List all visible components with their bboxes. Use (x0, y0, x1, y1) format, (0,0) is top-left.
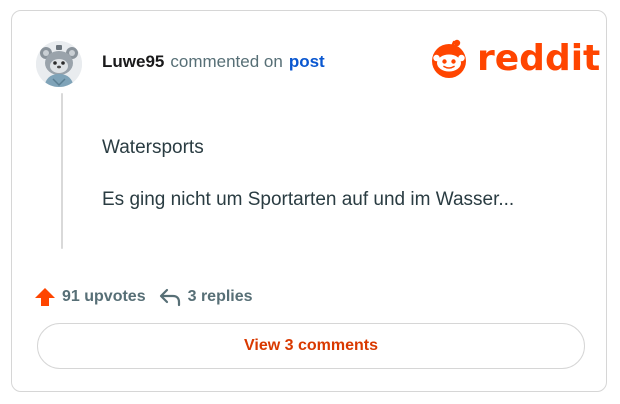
upvote-count: 91 upvotes (62, 288, 146, 305)
comment-body: Es ging nicht um Sportarten auf und im W… (102, 189, 515, 210)
view-comments-button[interactable]: View 3 comments (37, 323, 585, 369)
thread-line (61, 93, 63, 249)
commented-on-text: commented on (170, 52, 283, 71)
comment-card: Luwe95 commented on post reddit Waterspo… (11, 10, 607, 392)
reddit-snoo-icon (432, 39, 466, 78)
reddit-wordmark: reddit (477, 38, 601, 79)
comment-actions: 91 upvotes 3 replies (34, 285, 253, 309)
reply-arrow-icon[interactable] (158, 286, 182, 308)
replies-count: 3 replies (187, 288, 253, 305)
reddit-logo[interactable]: reddit (429, 39, 600, 79)
comment-header: Luwe95 commented on post (102, 51, 325, 73)
post-title: Watersports (102, 137, 204, 158)
upvote-arrow-icon[interactable] (34, 286, 56, 308)
replies-action[interactable]: 3 replies (158, 286, 253, 308)
user-avatar[interactable] (36, 41, 82, 87)
avatar-illustration-icon (36, 41, 82, 87)
upvote-action[interactable]: 91 upvotes (34, 286, 146, 308)
post-link[interactable]: post (289, 51, 325, 73)
username-link[interactable]: Luwe95 (102, 51, 164, 73)
